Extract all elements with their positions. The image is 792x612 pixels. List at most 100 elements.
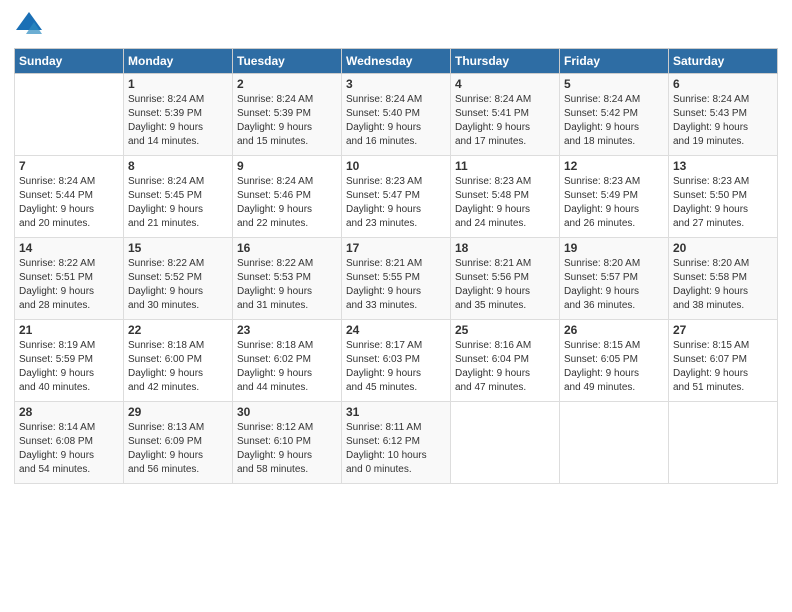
day-number: 14 [19,241,119,255]
day-cell: 23 Sunrise: 8:18 AMSunset: 6:02 PMDayligh… [233,320,342,402]
day-number: 24 [346,323,446,337]
header [14,10,778,40]
day-number: 18 [455,241,555,255]
day-info: Sunrise: 8:24 AMSunset: 5:46 PMDaylight:… [237,175,337,231]
day-cell: 15 Sunrise: 8:22 AMSunset: 5:52 PMDayligh… [124,238,233,320]
col-header-wednesday: Wednesday [342,49,451,74]
day-info: Sunrise: 8:24 AMSunset: 5:42 PMDaylight:… [564,93,664,149]
day-cell: 30Sunrise: 8:12 AMSunset: 6:10 PMDayligh… [233,402,342,484]
day-number: 20 [673,241,773,255]
day-cell [15,74,124,156]
col-header-thursday: Thursday [451,49,560,74]
day-cell: 16 Sunrise: 8:22 AMSunset: 5:53 PMDayligh… [233,238,342,320]
day-info: Sunrise: 8:18 AMSunset: 6:02 PMDaylight:… [237,339,337,395]
day-cell: 8 Sunrise: 8:24 AMSunset: 5:45 PMDaylight… [124,156,233,238]
day-number: 6 [673,77,773,91]
day-number: 21 [19,323,119,337]
day-number: 10 [346,159,446,173]
day-info: Sunrise: 8:18 AMSunset: 6:00 PMDaylight:… [128,339,228,395]
day-info: Sunrise: 8:21 AMSunset: 5:56 PMDaylight:… [455,257,555,313]
day-cell: 29Sunrise: 8:13 AMSunset: 6:09 PMDayligh… [124,402,233,484]
day-number: 26 [564,323,664,337]
day-cell: 10 Sunrise: 8:23 AMSunset: 5:47 PMDayligh… [342,156,451,238]
day-number: 9 [237,159,337,173]
day-cell: 31 Sunrise: 8:11 AMSunset: 6:12 PMDayligh… [342,402,451,484]
day-info: Sunrise: 8:23 AMSunset: 5:49 PMDaylight:… [564,175,664,231]
week-row-4: 28 Sunrise: 8:14 AMSunset: 6:08 PMDayligh… [15,402,778,484]
day-info: Sunrise: 8:22 AMSunset: 5:53 PMDaylight:… [237,257,337,313]
day-info: Sunrise: 8:14 AMSunset: 6:08 PMDaylight:… [19,421,119,477]
day-info: Sunrise: 8:24 AMSunset: 5:39 PMDaylight:… [128,93,228,149]
day-info: Sunrise: 8:24 AMSunset: 5:43 PMDaylight:… [673,93,773,149]
day-number: 19 [564,241,664,255]
day-info: Sunrise: 8:11 AMSunset: 6:12 PMDaylight:… [346,421,446,477]
week-row-0: 1 Sunrise: 8:24 AMSunset: 5:39 PMDaylight… [15,74,778,156]
day-cell: 17 Sunrise: 8:21 AMSunset: 5:55 PMDayligh… [342,238,451,320]
day-number: 1 [128,77,228,91]
day-number: 5 [564,77,664,91]
day-number: 3 [346,77,446,91]
day-number: 8 [128,159,228,173]
day-number: 22 [128,323,228,337]
day-cell: 2 Sunrise: 8:24 AMSunset: 5:39 PMDaylight… [233,74,342,156]
day-cell: 22 Sunrise: 8:18 AMSunset: 6:00 PMDayligh… [124,320,233,402]
day-info: Sunrise: 8:16 AMSunset: 6:04 PMDaylight:… [455,339,555,395]
day-info: Sunrise: 8:22 AMSunset: 5:51 PMDaylight:… [19,257,119,313]
day-number: 11 [455,159,555,173]
day-number: 16 [237,241,337,255]
day-cell: 24 Sunrise: 8:17 AMSunset: 6:03 PMDayligh… [342,320,451,402]
day-number: 17 [346,241,446,255]
day-cell [560,402,669,484]
day-cell: 9 Sunrise: 8:24 AMSunset: 5:46 PMDaylight… [233,156,342,238]
day-info: Sunrise: 8:20 AMSunset: 5:57 PMDaylight:… [564,257,664,313]
week-row-2: 14 Sunrise: 8:22 AMSunset: 5:51 PMDayligh… [15,238,778,320]
day-cell: 13 Sunrise: 8:23 AMSunset: 5:50 PMDayligh… [669,156,778,238]
day-info: Sunrise: 8:24 AMSunset: 5:40 PMDaylight:… [346,93,446,149]
day-number: 23 [237,323,337,337]
day-number: 29 [128,405,228,419]
col-header-monday: Monday [124,49,233,74]
day-number: 13 [673,159,773,173]
page: SundayMondayTuesdayWednesdayThursdayFrid… [0,0,792,612]
logo [14,10,48,40]
day-cell: 7 Sunrise: 8:24 AMSunset: 5:44 PMDaylight… [15,156,124,238]
day-info: Sunrise: 8:15 AMSunset: 6:07 PMDaylight:… [673,339,773,395]
day-info: Sunrise: 8:17 AMSunset: 6:03 PMDaylight:… [346,339,446,395]
day-info: Sunrise: 8:24 AMSunset: 5:44 PMDaylight:… [19,175,119,231]
day-cell: 14 Sunrise: 8:22 AMSunset: 5:51 PMDayligh… [15,238,124,320]
day-number: 25 [455,323,555,337]
day-info: Sunrise: 8:23 AMSunset: 5:47 PMDaylight:… [346,175,446,231]
day-info: Sunrise: 8:22 AMSunset: 5:52 PMDaylight:… [128,257,228,313]
day-cell: 5 Sunrise: 8:24 AMSunset: 5:42 PMDaylight… [560,74,669,156]
day-info: Sunrise: 8:12 AMSunset: 6:10 PMDaylight:… [237,421,337,477]
day-number: 15 [128,241,228,255]
day-info: Sunrise: 8:24 AMSunset: 5:39 PMDaylight:… [237,93,337,149]
calendar-table: SundayMondayTuesdayWednesdayThursdayFrid… [14,48,778,484]
day-cell: 1 Sunrise: 8:24 AMSunset: 5:39 PMDaylight… [124,74,233,156]
day-number: 27 [673,323,773,337]
day-info: Sunrise: 8:15 AMSunset: 6:05 PMDaylight:… [564,339,664,395]
day-info: Sunrise: 8:23 AMSunset: 5:48 PMDaylight:… [455,175,555,231]
day-cell: 28 Sunrise: 8:14 AMSunset: 6:08 PMDayligh… [15,402,124,484]
day-info: Sunrise: 8:21 AMSunset: 5:55 PMDaylight:… [346,257,446,313]
day-cell: 21 Sunrise: 8:19 AMSunset: 5:59 PMDayligh… [15,320,124,402]
day-info: Sunrise: 8:23 AMSunset: 5:50 PMDaylight:… [673,175,773,231]
day-cell: 20 Sunrise: 8:20 AMSunset: 5:58 PMDayligh… [669,238,778,320]
col-header-friday: Friday [560,49,669,74]
col-header-tuesday: Tuesday [233,49,342,74]
col-header-sunday: Sunday [15,49,124,74]
day-cell: 4Sunrise: 8:24 AMSunset: 5:41 PMDaylight… [451,74,560,156]
day-info: Sunrise: 8:20 AMSunset: 5:58 PMDaylight:… [673,257,773,313]
day-number: 2 [237,77,337,91]
day-number: 7 [19,159,119,173]
day-number: 28 [19,405,119,419]
day-number: 31 [346,405,446,419]
day-number: 4 [455,77,555,91]
day-cell: 19 Sunrise: 8:20 AMSunset: 5:57 PMDayligh… [560,238,669,320]
day-info: Sunrise: 8:24 AMSunset: 5:45 PMDaylight:… [128,175,228,231]
day-cell [451,402,560,484]
day-info: Sunrise: 8:19 AMSunset: 5:59 PMDaylight:… [19,339,119,395]
day-cell: 26 Sunrise: 8:15 AMSunset: 6:05 PMDayligh… [560,320,669,402]
day-cell: 6 Sunrise: 8:24 AMSunset: 5:43 PMDaylight… [669,74,778,156]
day-number: 12 [564,159,664,173]
